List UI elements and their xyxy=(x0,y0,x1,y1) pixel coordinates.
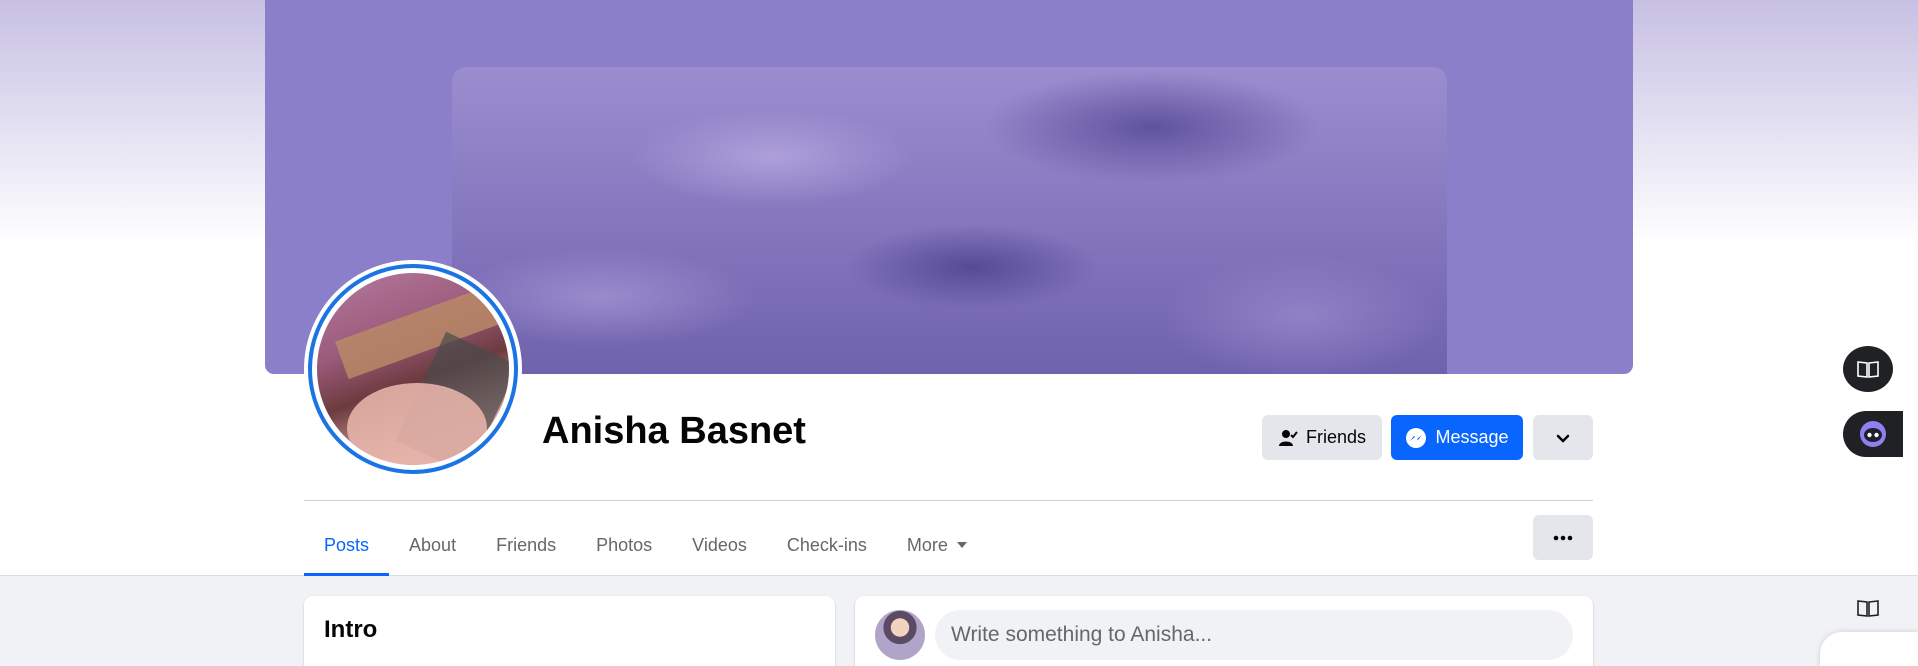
tab-label: About xyxy=(409,534,457,555)
messenger-icon xyxy=(1406,427,1427,448)
person-check-icon xyxy=(1278,429,1298,446)
tab-label: Posts xyxy=(324,534,370,555)
profile-picture-image xyxy=(317,273,509,465)
tab-about[interactable]: About xyxy=(389,514,476,576)
tab-check-ins[interactable]: Check-ins xyxy=(767,514,887,576)
tab-label: Friends xyxy=(496,534,557,555)
assistant-button[interactable] xyxy=(1843,411,1903,457)
tab-label: Photos xyxy=(596,534,653,555)
extension-panel-tab[interactable] xyxy=(1820,632,1918,666)
message-button-label: Message xyxy=(1435,427,1509,447)
ai-bot-icon xyxy=(1860,421,1886,447)
tab-posts[interactable]: Posts xyxy=(304,514,390,576)
post-composer: Write something to Anisha... xyxy=(855,596,1593,666)
chevron-down-icon xyxy=(1556,434,1570,443)
tab-label: Videos xyxy=(692,534,747,555)
tab-more[interactable]: More xyxy=(887,514,988,576)
tab-label: Check-ins xyxy=(786,534,867,555)
friends-button-label: Friends xyxy=(1305,427,1367,447)
reader-mode-button[interactable] xyxy=(1843,346,1893,392)
more-options-dropdown-button[interactable] xyxy=(1533,415,1593,460)
profile-name: Anisha Basnet xyxy=(542,410,806,452)
more-horizontal-icon xyxy=(1553,535,1573,540)
cover-photo[interactable] xyxy=(452,67,1447,374)
profile-tabs: Posts About Friends Photos Videos Check-… xyxy=(304,514,988,576)
header-divider xyxy=(304,500,1593,501)
tab-videos[interactable]: Videos xyxy=(672,514,767,576)
composer-input[interactable]: Write something to Anisha... xyxy=(935,610,1573,660)
tab-photos[interactable]: Photos xyxy=(576,514,672,576)
composer-avatar[interactable] xyxy=(875,610,925,660)
profile-picture[interactable] xyxy=(304,260,522,478)
book-icon xyxy=(1857,600,1879,617)
book-open-icon xyxy=(1857,361,1879,378)
tab-options-button[interactable] xyxy=(1533,515,1593,560)
story-ring xyxy=(308,264,518,474)
tab-friends[interactable]: Friends xyxy=(476,514,576,576)
intro-title: Intro xyxy=(324,616,378,643)
sidebar-reader-button[interactable] xyxy=(1852,592,1884,624)
intro-card: Intro xyxy=(304,596,835,666)
caret-down-icon xyxy=(956,542,967,548)
message-button[interactable]: Message xyxy=(1391,415,1523,460)
friends-button[interactable]: Friends xyxy=(1262,415,1382,460)
tab-label: More xyxy=(906,534,948,555)
